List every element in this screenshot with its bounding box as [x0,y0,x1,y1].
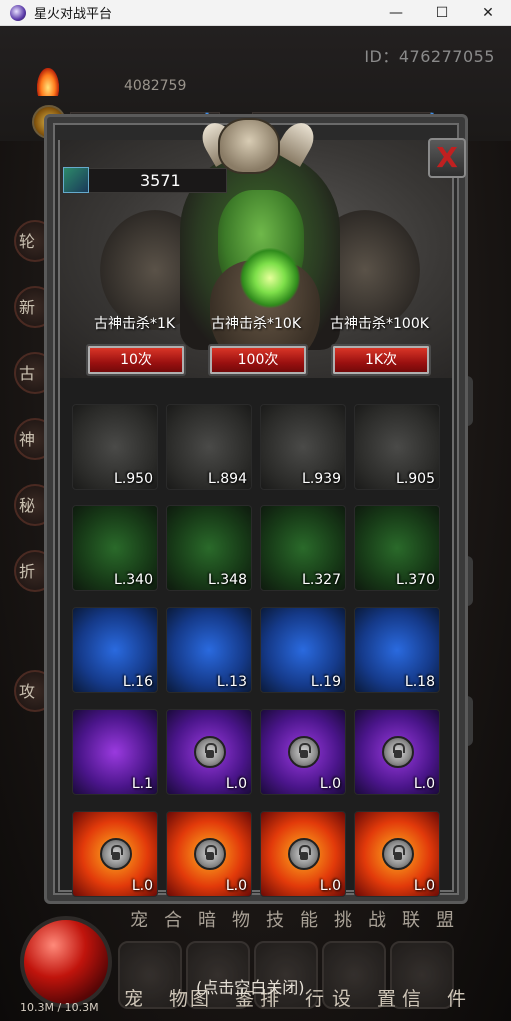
relic-level: L.370 [396,572,435,588]
relic-wing-icon [369,520,427,578]
relic-sigil-icon [87,622,145,680]
kill-reward-label-100k: 古神击杀*100K [330,316,429,332]
counter-icon [63,167,89,193]
relic-slot-locked[interactable]: L.0 [354,811,440,897]
side-menu-label: 秘 [19,496,36,515]
side-menu-label: 攻 [19,682,36,701]
side-menu-label: 折 [19,562,36,581]
lock-icon [194,838,226,870]
relic-slot[interactable]: L.16 [72,607,158,693]
bottom-menu-mail[interactable]: 信 件 [402,984,476,1011]
relic-slot[interactable]: L.19 [260,607,346,693]
relic-level: L.0 [225,878,247,894]
lock-icon [288,736,320,768]
lock-icon [382,838,414,870]
side-menu-label: 神 [19,430,36,449]
maximize-button[interactable]: ☐ [419,0,465,26]
bottom-menu-settings[interactable]: 设 置 [332,984,406,1011]
counter-value: 3571 [140,171,181,190]
relic-level: L.950 [114,471,153,487]
relic-level: L.19 [310,674,341,690]
relic-spear-icon [369,622,427,680]
window-title: 星火对战平台 [34,7,113,22]
relic-level: L.0 [413,776,435,792]
relic-ring-icon [181,622,239,680]
side-menu-label: 新 [19,298,36,317]
relic-slot[interactable]: L.1 [72,709,158,795]
relic-horn-icon [181,419,239,477]
relic-level: L.0 [225,776,247,792]
relic-eye-icon [275,419,333,477]
window-title-bar: 星火对战平台 — ☐ ✕ [0,0,511,26]
secondary-menu-row: 宠合暗物技能挑战联盟 [130,910,470,931]
relic-slot[interactable]: L.340 [72,505,158,591]
draw-100-button[interactable]: 100次 [208,344,308,376]
draw-10-button[interactable]: 10次 [86,344,186,376]
relic-level: L.905 [396,471,435,487]
relic-slot[interactable]: L.950 [72,404,158,490]
relic-level: L.894 [208,471,247,487]
modal-close-button[interactable]: X [428,138,466,178]
relic-crown-icon [275,622,333,680]
relic-slot-locked[interactable]: L.0 [72,811,158,897]
relic-heart-icon [181,520,239,578]
relic-slot[interactable]: L.348 [166,505,252,591]
relic-level: L.13 [216,674,247,690]
relic-slot[interactable]: L.327 [260,505,346,591]
side-menu-label: 古 [19,364,36,383]
relic-slot[interactable]: L.370 [354,505,440,591]
relic-slot[interactable]: L.905 [354,404,440,490]
relic-level: L.0 [413,878,435,894]
relic-slot[interactable]: L.18 [354,607,440,693]
hp-orb [20,916,112,1008]
lock-icon [100,838,132,870]
player-id: ID：476277055 [364,47,495,66]
close-hint[interactable]: (点击空白关闭) [196,974,305,998]
relic-slot-locked[interactable]: L.0 [260,811,346,897]
relic-claw-icon [87,520,145,578]
bottom-menu-pets[interactable]: 宠 物 [124,984,198,1011]
lock-icon [194,736,226,768]
relic-slot-locked[interactable]: L.0 [260,709,346,795]
relic-level: L.0 [319,776,341,792]
relic-slot-locked[interactable]: L.0 [354,709,440,795]
fire-icon [37,68,59,96]
draw-1k-button[interactable]: 1K次 [331,344,431,376]
relic-level: L.16 [122,674,153,690]
relic-level: L.327 [302,572,341,588]
close-window-button[interactable]: ✕ [465,0,511,26]
lock-icon [288,838,320,870]
relic-slot[interactable]: L.13 [166,607,252,693]
hp-text: 10.3M / 10.3M [20,1001,99,1014]
relic-level: L.18 [404,674,435,690]
green-orb-icon [240,248,300,308]
relic-level: L.939 [302,471,341,487]
relic-void-eye-icon [87,724,145,782]
app-logo-icon [10,4,26,21]
relic-level: L.0 [319,878,341,894]
power-value: 4082759 [124,78,187,94]
skull-icon [218,118,280,174]
relic-slot-locked[interactable]: L.0 [166,811,252,897]
side-menu-label: 轮 [19,232,36,251]
relic-level: L.1 [131,776,153,792]
relic-slot-locked[interactable]: L.0 [166,709,252,795]
relic-scythe-icon [275,520,333,578]
kill-reward-label-10k: 古神击杀*10K [211,316,301,332]
relic-level: L.340 [114,572,153,588]
relic-bell-icon [369,419,427,477]
relic-level: L.348 [208,572,247,588]
minimize-button[interactable]: — [373,0,419,26]
lock-icon [382,736,414,768]
relic-slot[interactable]: L.939 [260,404,346,490]
kill-reward-label-1k: 古神击杀*1K [94,316,176,332]
relic-slot[interactable]: L.894 [166,404,252,490]
relic-level: L.0 [131,878,153,894]
relic-disc-icon [87,419,145,477]
window-controls: — ☐ ✕ [373,0,511,26]
